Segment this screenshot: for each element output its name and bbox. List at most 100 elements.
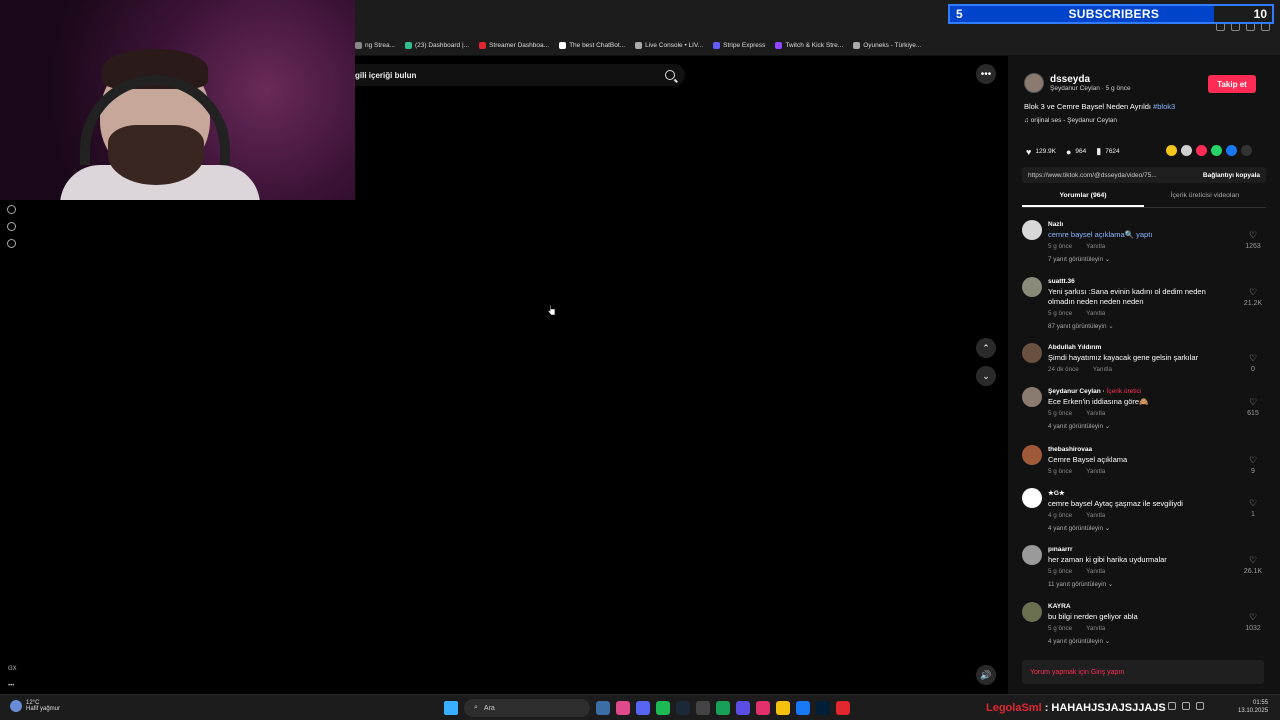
comment-avatar[interactable]: [1022, 488, 1042, 508]
comment-like[interactable]: ♡ 1: [1240, 498, 1266, 518]
comment-author[interactable]: ★G★: [1048, 489, 1228, 497]
author-info[interactable]: dsseyda Şeydanur Ceylan · 5 g önce: [1024, 73, 1131, 93]
comment-like[interactable]: ♡ 0: [1240, 353, 1266, 373]
widgets-icon[interactable]: [596, 701, 610, 715]
epic-app-icon[interactable]: [696, 701, 710, 715]
heart-outline-icon[interactable]: ♡: [1240, 397, 1266, 408]
embed-share-icon[interactable]: [1181, 145, 1192, 156]
heart-outline-icon[interactable]: ♡: [1240, 555, 1266, 566]
battery-icon[interactable]: [1196, 702, 1204, 710]
comment-author[interactable]: thebashirovaa: [1048, 446, 1228, 453]
view-replies-button[interactable]: 87 yanıt görüntüleyin ⌄: [1048, 323, 1228, 330]
bookmark-item[interactable]: Stripe Express: [713, 41, 765, 49]
follow-button[interactable]: Takip et: [1208, 75, 1256, 93]
comment-like[interactable]: ♡ 26.1K: [1240, 555, 1266, 575]
view-replies-button[interactable]: 4 yanıt görüntüleyin ⌄: [1048, 525, 1228, 532]
sound-link[interactable]: ♫ orijinal ses - Şeydanur Ceylan: [1024, 117, 1117, 124]
bookmark-icon[interactable]: ▮: [1096, 146, 1101, 157]
comment-author[interactable]: KAYRA: [1048, 603, 1228, 610]
bookmark-item[interactable]: ng Strea...: [355, 41, 395, 49]
copy-link-button[interactable]: Bağlantıyı kopyala: [1203, 172, 1260, 179]
avatar[interactable]: [1024, 73, 1044, 93]
reply-button[interactable]: Yanıtla: [1086, 625, 1105, 632]
heart-icon[interactable]: ♥: [1026, 147, 1031, 157]
reply-button[interactable]: Yanıtla: [1086, 410, 1105, 417]
steam-app-icon[interactable]: [676, 701, 690, 715]
spotify-app-icon[interactable]: [656, 701, 670, 715]
comment-avatar[interactable]: [1022, 545, 1042, 565]
repost-share-icon[interactable]: [1196, 145, 1207, 156]
bookmark-item[interactable]: Streamer Dashboa...: [479, 41, 549, 49]
view-replies-button[interactable]: 7 yanıt görüntüleyin ⌄: [1048, 256, 1228, 263]
heart-outline-icon[interactable]: ♡: [1240, 612, 1266, 623]
save-stat[interactable]: ▮ 7624: [1096, 146, 1119, 157]
history-icon[interactable]: [7, 205, 16, 214]
hashtag-link[interactable]: #blok3: [1153, 102, 1175, 111]
comment-author[interactable]: suattt.36: [1048, 278, 1228, 285]
reply-button[interactable]: Yanıtla: [1086, 512, 1105, 519]
search-input[interactable]: gili içeriği bulun: [355, 64, 685, 86]
previous-video-button[interactable]: ⌃: [976, 338, 996, 358]
video-link[interactable]: https://www.tiktok.com/@dsseyda/video/75…: [1028, 172, 1157, 179]
opera-app-icon[interactable]: [836, 701, 850, 715]
comment-avatar[interactable]: [1022, 387, 1042, 407]
search-icon[interactable]: [665, 70, 675, 80]
network-icon[interactable]: [1168, 702, 1176, 710]
comment-avatar[interactable]: [1022, 220, 1042, 240]
bookmark-item[interactable]: (23) Dashboard |...: [405, 41, 469, 49]
photoshop-app-icon[interactable]: [816, 701, 830, 715]
more-options-button[interactable]: •••: [976, 64, 996, 84]
comment-avatar[interactable]: [1022, 445, 1042, 465]
weather-widget[interactable]: 12°C Hafif yağmur: [10, 700, 60, 712]
view-replies-button[interactable]: 11 yanıt görüntüleyin ⌄: [1048, 581, 1228, 588]
view-replies-button[interactable]: 4 yanıt görüntüleyin ⌄: [1048, 638, 1228, 645]
more-share-icon[interactable]: [1241, 145, 1252, 156]
next-video-button[interactable]: ⌄: [976, 366, 996, 386]
whatsapp-share-icon[interactable]: [1211, 145, 1222, 156]
heart-outline-icon[interactable]: ♡: [1240, 353, 1266, 364]
comment-like[interactable]: ♡ 21.2K: [1240, 287, 1266, 307]
comment-author[interactable]: Nazlı: [1048, 221, 1228, 228]
xbox-app-icon[interactable]: [716, 701, 730, 715]
discord-app-icon[interactable]: [636, 701, 650, 715]
reply-button[interactable]: Yanıtla: [1086, 243, 1105, 250]
comment-avatar[interactable]: [1022, 602, 1042, 622]
tab-creator-videos[interactable]: İçerik üreticisi videoları: [1144, 192, 1266, 207]
volume-icon[interactable]: [1182, 702, 1190, 710]
windows-start-icon[interactable]: [444, 701, 458, 715]
comment-stat[interactable]: ● 964: [1066, 147, 1086, 157]
bookmark-item[interactable]: Twitch & Kick Stre...: [775, 41, 843, 49]
tab-comments[interactable]: Yorumlar (964): [1022, 192, 1144, 207]
like-stat[interactable]: ♥ 129.9K: [1026, 147, 1056, 157]
sidebar-more[interactable]: •••: [8, 683, 14, 689]
comment-like[interactable]: ♡ 615: [1240, 397, 1266, 417]
settings-icon[interactable]: [7, 239, 16, 248]
view-replies-button[interactable]: 4 yanıt görüntüleyin ⌄: [1048, 423, 1228, 430]
author-name[interactable]: dsseyda: [1050, 74, 1131, 85]
facebook-share-icon[interactable]: [1226, 145, 1237, 156]
reply-button[interactable]: Yanıtla: [1086, 568, 1105, 575]
heart-outline-icon[interactable]: ♡: [1240, 230, 1266, 241]
messages-icon[interactable]: [7, 222, 16, 231]
comment-avatar[interactable]: [1022, 343, 1042, 363]
bookmark-item[interactable]: Live Console • LIV...: [635, 41, 703, 49]
comment-author[interactable]: pınaarrr: [1048, 546, 1228, 553]
bookmark-item[interactable]: Oyuneks - Türkiye...: [853, 41, 921, 49]
reply-button[interactable]: Yanıtla: [1086, 468, 1105, 475]
app-icon[interactable]: [736, 701, 750, 715]
taskbar-search[interactable]: ⌕ Ara: [464, 699, 590, 717]
gx-label[interactable]: GX: [8, 666, 17, 672]
instagram-app-icon[interactable]: [756, 701, 770, 715]
volume-button[interactable]: 🔊: [976, 665, 996, 685]
clock[interactable]: 01:55 13.10.2025: [1238, 699, 1268, 715]
comment-like[interactable]: ♡ 1263: [1240, 230, 1266, 250]
heart-outline-icon[interactable]: ♡: [1240, 498, 1266, 509]
login-to-comment[interactable]: Yorum yapmak için Giriş yapın: [1022, 660, 1264, 684]
heart-outline-icon[interactable]: ♡: [1240, 455, 1266, 466]
comment-icon[interactable]: ●: [1066, 147, 1071, 157]
folder-app-icon[interactable]: [776, 701, 790, 715]
comment-author[interactable]: Abdullah Yıldırım: [1048, 344, 1228, 351]
bookmark-item[interactable]: The best ChatBot...: [559, 41, 625, 49]
comment-like[interactable]: ♡ 1032: [1240, 612, 1266, 632]
coin-share-icon[interactable]: [1166, 145, 1177, 156]
